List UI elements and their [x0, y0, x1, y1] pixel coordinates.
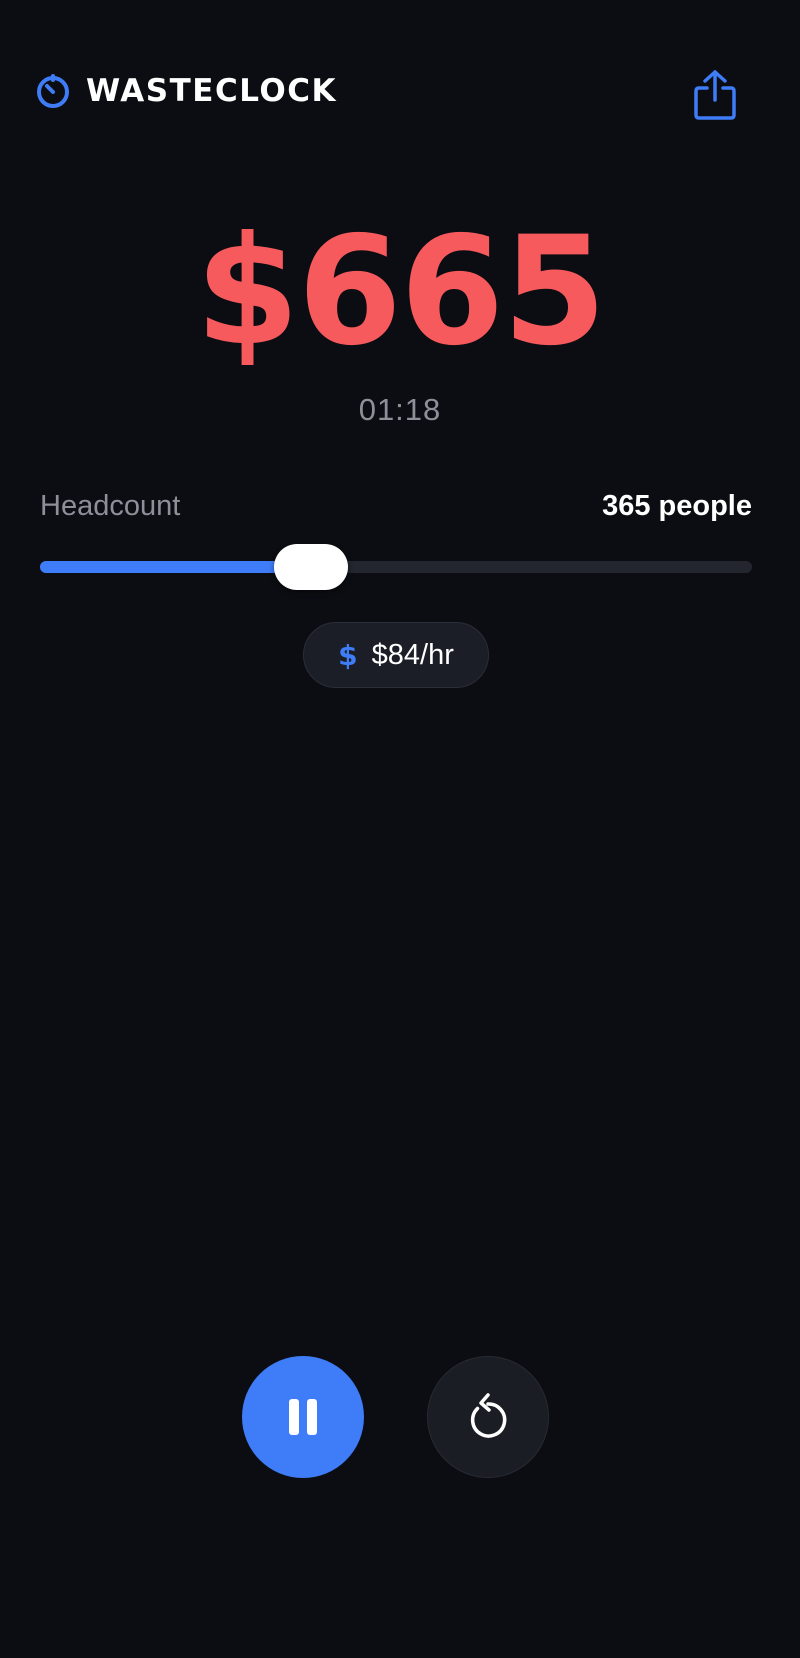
share-icon: [694, 70, 736, 120]
slider-thumb[interactable]: [273, 544, 348, 590]
stopwatch-icon: [37, 74, 69, 108]
elapsed-time: 01:18: [358, 392, 442, 427]
slider-track[interactable]: [40, 561, 752, 573]
timer-controls: [0, 1356, 800, 1478]
headcount-label: Headcount: [40, 490, 181, 522]
slider-fill: [40, 561, 311, 573]
headcount-value: 365 people: [602, 490, 752, 522]
header: WASTECLOCK: [0, 0, 800, 190]
share-button[interactable]: [690, 68, 740, 122]
pause-icon: [289, 1399, 317, 1435]
reset-icon: [470, 1393, 507, 1438]
app-name: WASTECLOCK: [86, 73, 337, 109]
headcount-slider[interactable]: [40, 540, 752, 594]
dollar-icon: $: [338, 638, 358, 672]
reset-button[interactable]: [427, 1356, 549, 1478]
hourly-rate-value: $84/hr: [371, 638, 454, 671]
pause-button[interactable]: [242, 1356, 364, 1478]
hourly-rate-chip[interactable]: $ $84/hr: [303, 622, 489, 688]
cost-amount: $665: [195, 205, 606, 379]
brand: WASTECLOCK: [34, 72, 337, 110]
